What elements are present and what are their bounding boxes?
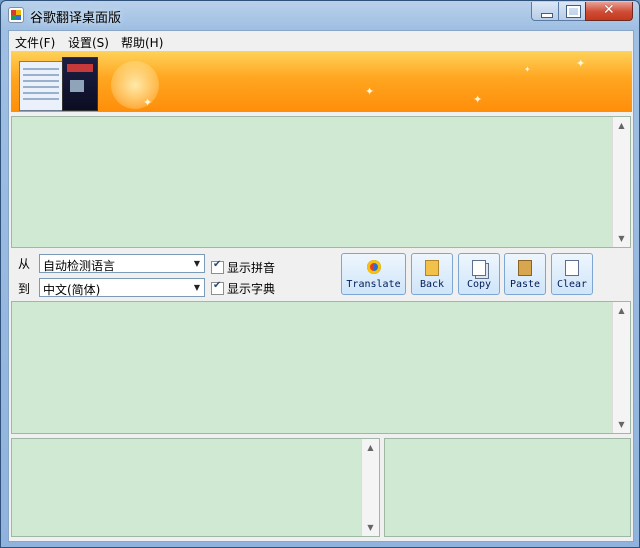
app-icon[interactable] bbox=[8, 7, 24, 23]
clear-button[interactable]: Clear bbox=[551, 253, 593, 295]
target-language-value: 中文(简体) bbox=[43, 283, 101, 297]
menu-help[interactable]: 帮助(H) bbox=[121, 34, 163, 51]
show-dictionary-checkbox[interactable]: 显示字典 bbox=[211, 280, 275, 297]
source-scrollbar[interactable]: ▲ ▼ bbox=[612, 117, 630, 247]
maximize-icon bbox=[566, 5, 581, 18]
from-label: 从 bbox=[18, 257, 31, 271]
copy-button[interactable]: Copy bbox=[458, 253, 500, 295]
scroll-down-icon[interactable]: ▼ bbox=[613, 416, 630, 433]
pinyin-scrollbar[interactable]: ▲ ▼ bbox=[361, 439, 379, 536]
sparkle-icon: ✦ bbox=[473, 93, 483, 106]
clear-label: Clear bbox=[556, 279, 588, 290]
sparkle-icon: ✦ bbox=[143, 96, 153, 109]
copy-icon bbox=[472, 260, 486, 276]
copy-label: Copy bbox=[466, 279, 492, 290]
dropdown-arrow-icon: ▼ bbox=[193, 259, 200, 268]
window-title: 谷歌翻译桌面版 bbox=[30, 11, 122, 26]
sparkle-icon: ✦ bbox=[365, 85, 375, 98]
back-label: Back bbox=[419, 279, 445, 290]
minimize-icon bbox=[541, 13, 553, 18]
translate-icon bbox=[366, 260, 381, 274]
result-scrollbar[interactable]: ▲ ▼ bbox=[612, 302, 630, 433]
show-dictionary-label: 显示字典 bbox=[227, 282, 276, 296]
source-text-area[interactable]: ▲ ▼ bbox=[11, 116, 631, 248]
sparkle-icon: ✦ bbox=[524, 65, 531, 74]
dictionary-area[interactable] bbox=[384, 438, 631, 537]
close-button[interactable]: ✕ bbox=[585, 2, 633, 21]
translate-button[interactable]: Translate bbox=[341, 253, 406, 295]
pinyin-area[interactable]: ▲ ▼ bbox=[11, 438, 380, 537]
maximize-button[interactable] bbox=[558, 2, 586, 21]
show-pinyin-checkbox[interactable]: 显示拼音 bbox=[211, 259, 275, 276]
app-window: 谷歌翻译桌面版 ✕ 文件(F) 设置(S) 帮助(H) ✦ ✦ ✦ ✦ ✦ ▲ bbox=[0, 0, 640, 548]
back-folder-icon bbox=[425, 260, 439, 276]
scroll-up-icon[interactable]: ▲ bbox=[613, 302, 630, 319]
menu-bar: 文件(F) 设置(S) 帮助(H) bbox=[9, 31, 633, 50]
close-icon: ✕ bbox=[603, 2, 615, 18]
title-bar[interactable]: 谷歌翻译桌面版 ✕ bbox=[1, 1, 639, 29]
translation-result-area[interactable]: ▲ ▼ bbox=[11, 301, 631, 434]
back-button[interactable]: Back bbox=[411, 253, 453, 295]
minimize-button[interactable] bbox=[531, 2, 559, 21]
banner-ad[interactable]: ✦ ✦ ✦ ✦ ✦ bbox=[11, 51, 632, 112]
paste-label: Paste bbox=[509, 279, 541, 290]
scroll-down-icon[interactable]: ▼ bbox=[613, 230, 630, 247]
client-area: 文件(F) 设置(S) 帮助(H) ✦ ✦ ✦ ✦ ✦ ▲ ▼ 从 自动检测语言… bbox=[8, 30, 634, 542]
scroll-up-icon[interactable]: ▲ bbox=[613, 117, 630, 134]
menu-file[interactable]: 文件(F) bbox=[15, 34, 55, 51]
target-language-select[interactable]: 中文(简体) ▼ bbox=[39, 278, 205, 297]
checkbox-checked-icon bbox=[211, 259, 224, 274]
paste-button[interactable]: Paste bbox=[504, 253, 546, 295]
to-label: 到 bbox=[18, 282, 31, 296]
source-language-select[interactable]: 自动检测语言 ▼ bbox=[39, 254, 205, 273]
software-box-thumbnail bbox=[62, 57, 98, 111]
translate-label: Translate bbox=[346, 279, 401, 290]
sparkle-icon: ✦ bbox=[576, 57, 586, 70]
source-language-value: 自动检测语言 bbox=[43, 259, 116, 273]
scroll-down-icon[interactable]: ▼ bbox=[362, 519, 379, 536]
dropdown-arrow-icon: ▼ bbox=[193, 283, 200, 292]
clear-page-icon bbox=[565, 260, 579, 276]
paste-icon bbox=[518, 260, 532, 276]
show-pinyin-label: 显示拼音 bbox=[227, 261, 276, 275]
menu-settings[interactable]: 设置(S) bbox=[68, 34, 109, 51]
software-screenshot-thumbnail bbox=[19, 61, 65, 111]
scroll-up-icon[interactable]: ▲ bbox=[362, 439, 379, 456]
checkbox-checked-icon bbox=[211, 280, 224, 295]
